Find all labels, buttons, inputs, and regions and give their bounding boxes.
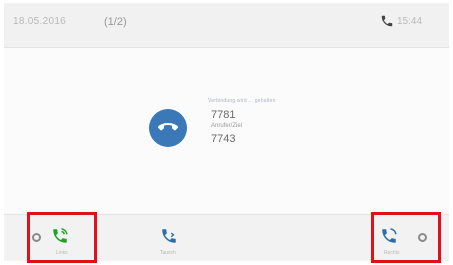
caller-number: 7781 [211, 109, 236, 121]
status-date: 18.05.2016 [13, 16, 67, 27]
status-time: 15:44 [397, 16, 423, 27]
call-info-area: Verbindung wird ... gehalten 7781 Anrufe… [4, 48, 449, 213]
called-number: 7743 [211, 133, 236, 145]
highlight-box-left [27, 212, 97, 263]
softkey-middle[interactable]: Tausch [144, 215, 214, 261]
highlight-box-right [371, 212, 441, 263]
caller-secondary-label: Anrufer/Ziel [211, 123, 243, 129]
status-bar: 18.05.2016 (1/2) 15:44 [4, 3, 449, 48]
softkey-middle-label: Tausch [160, 250, 176, 256]
page-indicator: (1/2) [104, 16, 127, 28]
held-call-badge [149, 109, 187, 147]
phone-status-icon [380, 14, 394, 28]
phone-switch-icon [160, 227, 178, 250]
call-status-text: Verbindung wird ... gehalten [208, 98, 276, 104]
